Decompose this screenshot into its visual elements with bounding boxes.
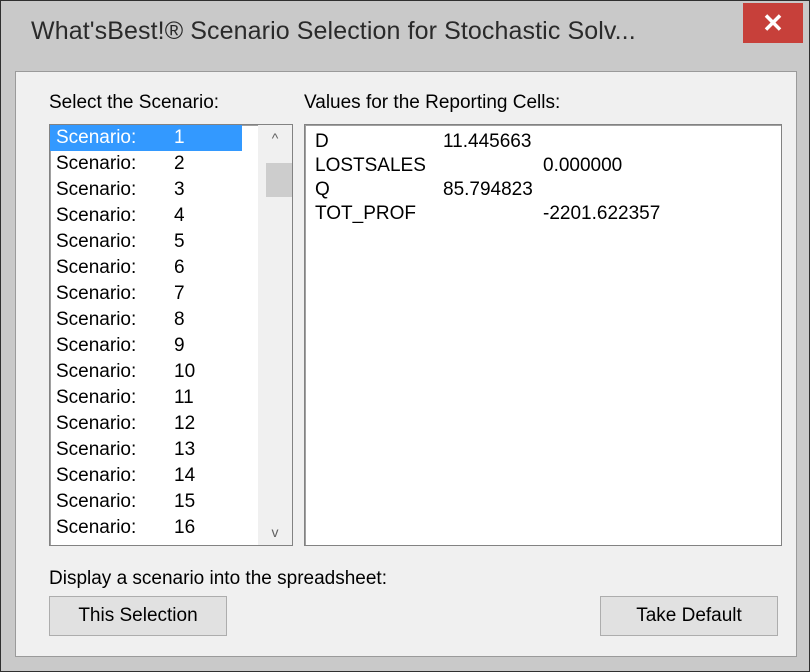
reporting-cells-label: Values for the Reporting Cells: <box>304 92 561 113</box>
this-selection-button[interactable]: This Selection <box>49 596 227 636</box>
scenario-name: Scenario: <box>56 309 137 330</box>
scenario-number: 8 <box>174 309 185 330</box>
scenario-name: Scenario: <box>56 231 137 252</box>
scenario-number: 11 <box>174 387 194 408</box>
scenario-number: 16 <box>174 517 196 538</box>
reporting-values-box: D 11.445663 LOSTSALES 0.000000 Q 85.794823 TOT… <box>304 124 782 546</box>
scenario-list-item[interactable]: Scenario: 7 <box>50 281 242 307</box>
scenario-number: 6 <box>174 257 185 278</box>
scenario-number: 12 <box>174 413 196 434</box>
scenario-number: 9 <box>174 335 185 356</box>
title-bar[interactable]: What'sBest!® Scenario Selection for Stoc… <box>1 1 809 71</box>
scenario-name: Scenario: <box>56 179 137 200</box>
reporting-cell-name: D <box>315 131 329 152</box>
scenario-list-scrollbar[interactable]: ^ v <box>258 125 292 545</box>
scenario-list-rows: Scenario: 1 Scenario: 2 Scenario: 3 Scenario: 4… <box>50 125 242 541</box>
dialog-body: Select the Scenario: Values for the Repo… <box>15 71 797 657</box>
scenario-number: 14 <box>174 465 196 486</box>
scenario-list-item[interactable]: Scenario: 3 <box>50 177 242 203</box>
scroll-up-arrow-icon[interactable]: ^ <box>258 125 292 151</box>
scenario-dialog: What'sBest!® Scenario Selection for Stoc… <box>0 0 810 672</box>
scenario-name: Scenario: <box>56 517 137 538</box>
scenario-name: Scenario: <box>56 153 137 174</box>
scenario-name: Scenario: <box>56 335 137 356</box>
scenario-number: 2 <box>174 153 185 174</box>
scenario-list-item[interactable]: Scenario: 13 <box>50 437 242 463</box>
scenario-name: Scenario: <box>56 413 137 434</box>
scenario-name: Scenario: <box>56 205 137 226</box>
scenario-name: Scenario: <box>56 439 137 460</box>
scenario-number: 7 <box>174 283 185 304</box>
select-scenario-label: Select the Scenario: <box>49 92 220 113</box>
scenario-list-item[interactable]: Scenario: 12 <box>50 411 242 437</box>
scenario-name: Scenario: <box>56 283 137 304</box>
scenario-list-item[interactable]: Scenario: 1 <box>50 125 242 151</box>
scenario-name: Scenario: <box>56 491 137 512</box>
reporting-cell-value: -2201.622357 <box>543 203 661 224</box>
scroll-thumb[interactable] <box>266 163 292 197</box>
take-default-button[interactable]: Take Default <box>600 596 778 636</box>
scenario-list-item[interactable]: Scenario: 11 <box>50 385 242 411</box>
scenario-list-item[interactable]: Scenario: 2 <box>50 151 242 177</box>
display-scenario-label: Display a scenario into the spreadsheet: <box>49 568 387 589</box>
window-title: What'sBest!® Scenario Selection for Stoc… <box>31 17 636 45</box>
scenario-list-item[interactable]: Scenario: 8 <box>50 307 242 333</box>
reporting-cell-value: 11.445663 <box>443 131 532 152</box>
scenario-list-item[interactable]: Scenario: 14 <box>50 463 242 489</box>
scenario-list[interactable]: Scenario: 1 Scenario: 2 Scenario: 3 Scenario: 4… <box>49 124 293 546</box>
scenario-number: 13 <box>174 439 196 460</box>
reporting-cell-name: LOSTSALES <box>315 155 426 176</box>
scenario-name: Scenario: <box>56 361 137 382</box>
scenario-name: Scenario: <box>56 465 137 486</box>
scenario-list-item[interactable]: Scenario: 16 <box>50 515 242 541</box>
scenario-name: Scenario: <box>56 257 137 278</box>
scenario-name: Scenario: <box>56 387 137 408</box>
close-button[interactable]: ✕ <box>743 3 803 43</box>
scenario-number: 3 <box>174 179 185 200</box>
scenario-list-item[interactable]: Scenario: 4 <box>50 203 242 229</box>
scenario-number: 15 <box>174 491 196 512</box>
scenario-list-item[interactable]: Scenario: 5 <box>50 229 242 255</box>
scenario-number: 1 <box>174 127 185 148</box>
reporting-cell-name: TOT_PROF <box>315 203 416 224</box>
scroll-down-arrow-icon[interactable]: v <box>258 519 292 545</box>
scenario-list-item[interactable]: Scenario: 15 <box>50 489 242 515</box>
scenario-name: Scenario: <box>56 127 137 148</box>
scenario-number: 5 <box>174 231 185 252</box>
scenario-list-item[interactable]: Scenario: 10 <box>50 359 242 385</box>
reporting-cell-name: Q <box>315 179 330 200</box>
scenario-list-item[interactable]: Scenario: 9 <box>50 333 242 359</box>
scenario-list-item[interactable]: Scenario: 6 <box>50 255 242 281</box>
reporting-cell-value: 0.000000 <box>543 155 623 176</box>
scenario-number: 10 <box>174 361 196 382</box>
scenario-number: 4 <box>174 205 185 226</box>
reporting-cell-value: 85.794823 <box>443 179 533 200</box>
